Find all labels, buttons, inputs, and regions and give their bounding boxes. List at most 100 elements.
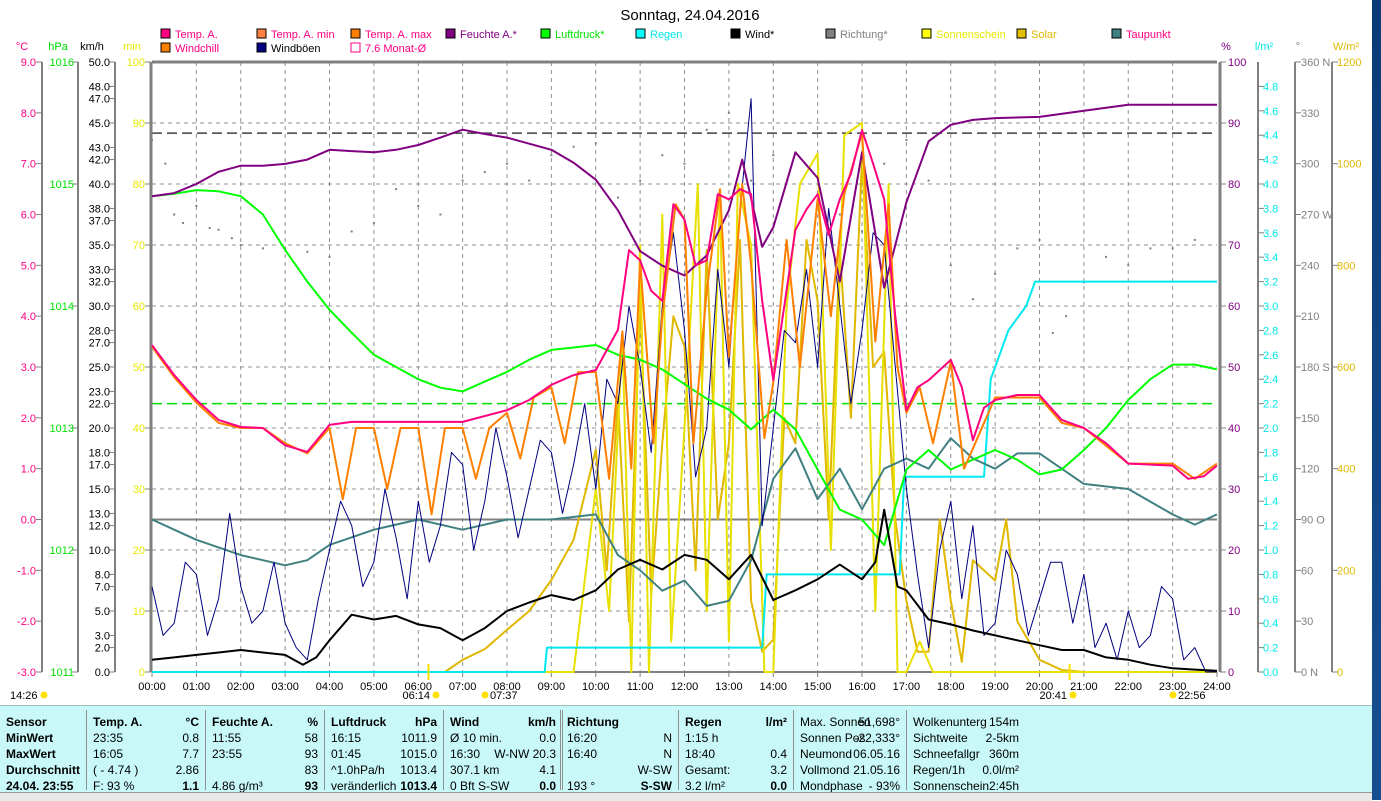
sensor-label: MaxWert bbox=[6, 747, 56, 761]
direction-point bbox=[230, 237, 233, 240]
wind-tick-label: 13.0 bbox=[89, 508, 110, 520]
astro-time-label: 14:26 bbox=[10, 690, 38, 702]
stats-section-feuchte-a-: Feuchte A.% 11:55 58 23:55 93 83 4.86 g/m³ 93 bbox=[205, 710, 325, 793]
direction-point bbox=[1149, 247, 1152, 250]
rain-tick-label: 3.4 bbox=[1263, 252, 1278, 264]
stats-value: 7.7 bbox=[182, 747, 199, 761]
stats-value: 2-5km bbox=[985, 731, 1019, 745]
temp-tick-label: 6.0 bbox=[21, 210, 36, 222]
stats-value: 3.2 bbox=[770, 763, 787, 777]
rain-tick-label: 0.2 bbox=[1263, 643, 1278, 655]
direction-tick-label: 120 bbox=[1301, 464, 1319, 476]
humidity-tick-label: 0 bbox=[1228, 667, 1234, 679]
stats-key: Wolkenunterg bbox=[913, 715, 987, 729]
stats-value: W-NW 20.3 bbox=[494, 747, 556, 761]
rain-tick-label: 4.6 bbox=[1263, 106, 1278, 118]
direction-point bbox=[994, 272, 997, 275]
stats-value: 154m bbox=[988, 715, 1019, 729]
direction-tick-label: 150 bbox=[1301, 413, 1319, 425]
stats-key: ^1.0hPa/h bbox=[331, 763, 385, 777]
humidity-tick-label: 30 bbox=[1228, 484, 1240, 496]
astro-time-label: 06:14 bbox=[402, 690, 430, 702]
direction-point bbox=[1016, 247, 1019, 250]
stats-value: 2.86 bbox=[175, 763, 199, 777]
section-unit: l/m² bbox=[765, 715, 787, 729]
time-tick-label: 19:00 bbox=[981, 681, 1009, 693]
direction-point bbox=[528, 179, 531, 182]
section-title: Richtung bbox=[567, 715, 619, 729]
temp-unit-label: °C bbox=[16, 41, 28, 53]
legend-item: Feuchte A.* bbox=[445, 28, 518, 41]
temp-tick-label: 3.0 bbox=[21, 362, 36, 374]
stats-row: Regen/1h 0.0l/m² bbox=[907, 762, 1025, 778]
legend-item: Solar bbox=[1016, 28, 1057, 41]
stats-key: 16:05 bbox=[93, 747, 124, 761]
desktop-background bbox=[1372, 0, 1381, 800]
rain-tick-label: 1.2 bbox=[1263, 521, 1278, 533]
rain-tick-label: 3.2 bbox=[1263, 277, 1278, 289]
humidity-tick-label: 20 bbox=[1228, 545, 1240, 557]
rain-tick-label: 0.4 bbox=[1263, 618, 1278, 630]
direction-point bbox=[195, 205, 198, 208]
stats-value: N bbox=[663, 747, 672, 761]
wind-tick-label: 42.0 bbox=[89, 155, 110, 167]
direction-tick-label: 360 N bbox=[1301, 57, 1330, 69]
stats-key: Gesamt: bbox=[685, 763, 731, 777]
temp-tick-label: -1.0 bbox=[17, 565, 36, 577]
legend-label: Solar bbox=[1031, 29, 1057, 41]
direction-point bbox=[705, 128, 708, 131]
rain-tick-label: 1.8 bbox=[1263, 447, 1278, 459]
stats-section-richtung: Richtung 16:20 N 16:40 N W-SW 193 ° S-SW bbox=[560, 710, 679, 793]
direction-tick-label: 330 bbox=[1301, 108, 1319, 120]
minutes-tick-label: 100 bbox=[127, 57, 145, 69]
time-tick-label: 11:00 bbox=[627, 681, 654, 693]
stats-header: Regen l/m² bbox=[679, 714, 793, 730]
wind-tick-label: 47.0 bbox=[89, 94, 110, 106]
pressure-tick-label: 1014 bbox=[50, 301, 74, 313]
astro-time-label: 20:41 bbox=[1039, 690, 1067, 702]
legend-label: Regen bbox=[650, 29, 682, 41]
rain-tick-label: 1.0 bbox=[1263, 545, 1278, 557]
section-title: Regen bbox=[685, 715, 722, 729]
stats-key: Ø 10 min. bbox=[450, 731, 503, 745]
humidity-tick-label: 40 bbox=[1228, 423, 1240, 435]
time-tick-label: 12:00 bbox=[671, 681, 699, 693]
direction-point bbox=[328, 255, 331, 258]
wind-tick-label: 12.0 bbox=[89, 521, 110, 533]
time-tick-label: 10:00 bbox=[582, 681, 610, 693]
direction-point bbox=[395, 188, 398, 191]
direction-tick-label: 180 S bbox=[1301, 362, 1330, 374]
minutes-unit-label: min bbox=[123, 41, 141, 53]
legend-item: Temp. A. bbox=[160, 28, 218, 41]
wind-tick-label: 8.0 bbox=[95, 569, 110, 581]
legend-item: Windböen bbox=[256, 42, 321, 55]
legend-swatch bbox=[1016, 28, 1027, 39]
direction-point bbox=[306, 250, 309, 253]
statistics-panel: Sensor MinWert MaxWert Durchschnitt 24.04. 2… bbox=[0, 705, 1372, 796]
stats-key: Vollmond bbox=[800, 763, 850, 777]
stats-value: 4.1 bbox=[539, 763, 556, 777]
stats-value: 0.4 bbox=[770, 747, 787, 761]
section-unit: hPa bbox=[414, 715, 437, 729]
pressure-tick-label: 1013 bbox=[50, 423, 74, 435]
wind-tick-label: 48.0 bbox=[89, 81, 110, 93]
minutes-tick-label: 10 bbox=[133, 606, 145, 618]
rain-tick-label: 2.6 bbox=[1263, 350, 1278, 362]
legend-swatch bbox=[350, 28, 361, 39]
stats-section-temp-a-: Temp. A. °C 23:35 0.8 16:05 7.7 ( - 4.74 ) 2.86… bbox=[86, 710, 206, 793]
stats-value: 0.0l/m² bbox=[982, 763, 1019, 777]
stats-row: 18:40 0.4 bbox=[679, 746, 793, 762]
stats-key: Sichtweite bbox=[913, 731, 968, 745]
stats-key: Schneefallgr bbox=[913, 747, 980, 761]
time-tick-label: 09:00 bbox=[538, 681, 566, 693]
time-tick-label: 03:00 bbox=[271, 681, 299, 693]
legend-label: Temp. A. bbox=[175, 29, 218, 41]
solar-tick-label: 400 bbox=[1337, 464, 1355, 476]
wind-tick-label: 23.0 bbox=[89, 386, 110, 398]
solar-tick-label: 600 bbox=[1337, 362, 1355, 374]
direction-point bbox=[208, 227, 211, 230]
wind-tick-label: 22.0 bbox=[89, 399, 110, 411]
section-title: Feuchte A. bbox=[212, 715, 273, 729]
rain-tick-label: 0.0 bbox=[1263, 667, 1278, 679]
stats-value: 360m bbox=[988, 747, 1019, 761]
